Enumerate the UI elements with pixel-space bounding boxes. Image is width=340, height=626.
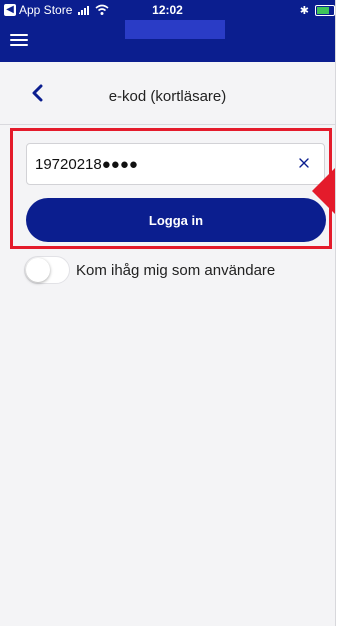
remember-me-row: Kom ihåg mig som användare	[24, 256, 275, 284]
status-right: ✱	[300, 4, 335, 17]
phone-screen: ◀ App Store 12:02 ✱ e-kod (kortläsare) 1…	[0, 0, 336, 626]
status-bar: ◀ App Store 12:02 ✱	[0, 0, 335, 20]
bluetooth-icon: ✱	[299, 5, 309, 17]
battery-icon	[315, 5, 335, 16]
toggle-knob	[26, 258, 50, 282]
page-header: e-kod (kortläsare)	[0, 62, 335, 125]
redacted-logo	[125, 20, 225, 39]
code-input[interactable]	[35, 154, 275, 174]
login-button[interactable]: Logga in	[26, 198, 326, 242]
status-time: 12:02	[152, 3, 183, 17]
remember-me-toggle[interactable]	[24, 256, 70, 284]
close-x-icon[interactable]	[298, 157, 310, 169]
red-arrow-icon	[312, 168, 335, 214]
page-title: e-kod (kortläsare)	[108, 88, 227, 105]
hamburger-menu-icon[interactable]	[10, 32, 28, 48]
remember-me-label: Kom ihåg mig som användare	[76, 261, 276, 279]
code-input-field[interactable]	[26, 143, 325, 185]
